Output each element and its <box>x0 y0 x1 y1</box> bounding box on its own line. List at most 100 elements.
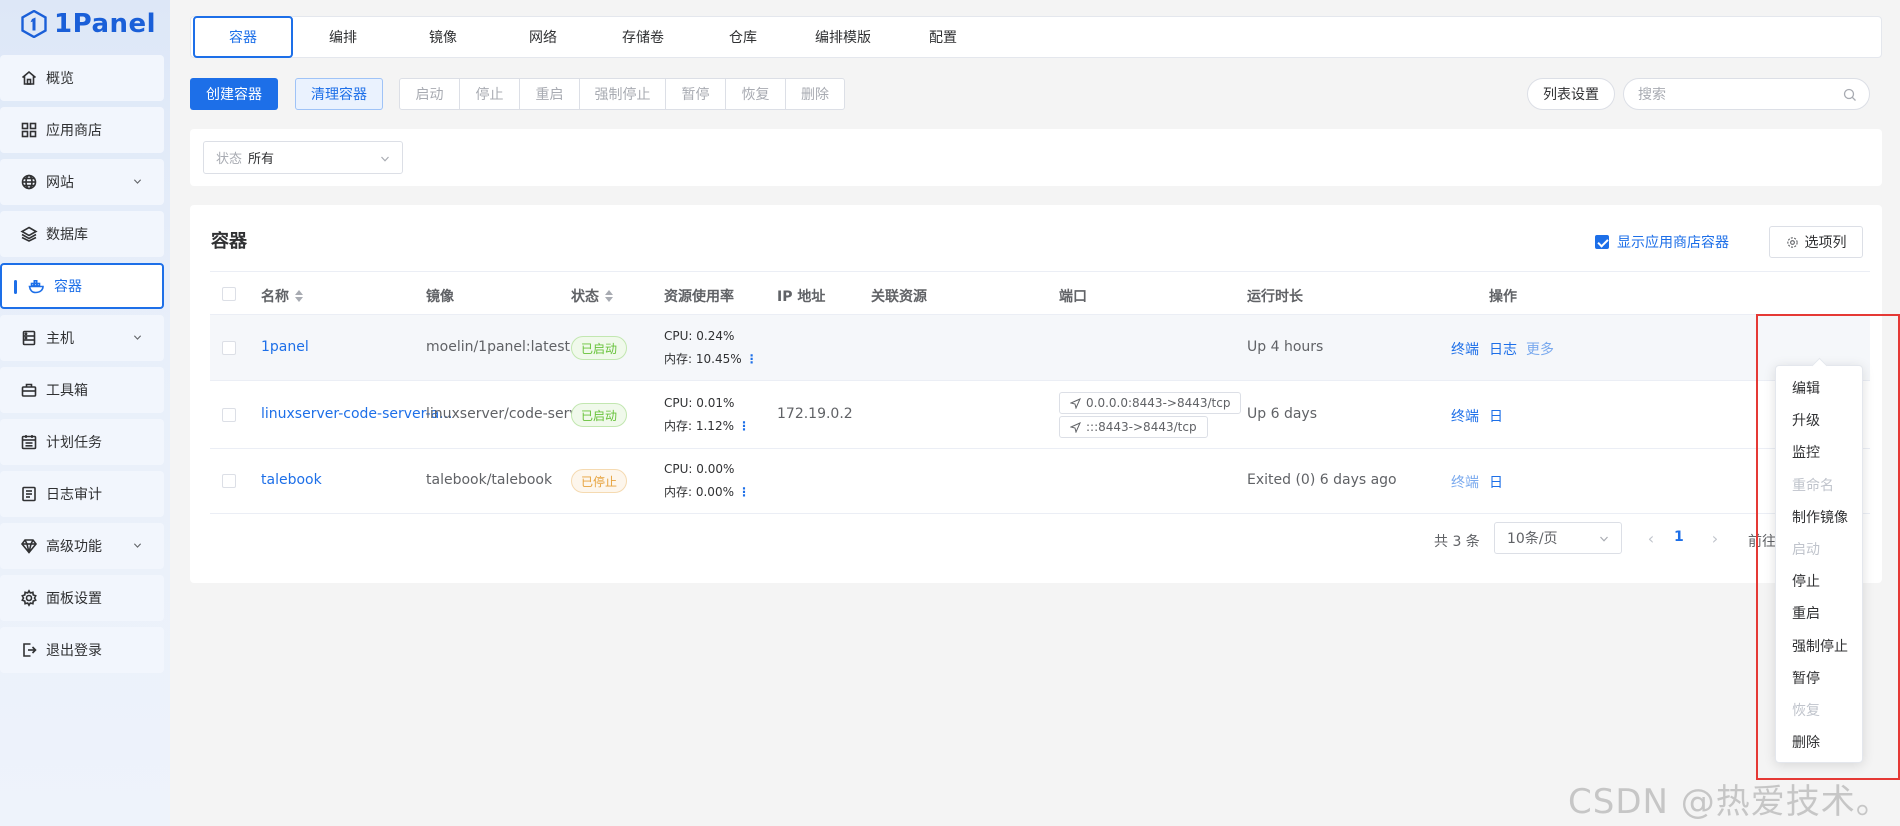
more-vertical-icon[interactable]: ⋮ <box>746 352 758 366</box>
current-page[interactable]: 1 <box>1674 529 1684 545</box>
select-all-checkbox[interactable] <box>222 287 236 301</box>
batch-action-button[interactable]: 恢复 <box>726 79 786 109</box>
header-actions: 操作 <box>1489 289 1517 305</box>
header-ip: IP 地址 <box>777 289 826 305</box>
sidebar-item-9[interactable]: 高级功能 <box>0 523 164 569</box>
header-resource: 资源使用率 <box>664 289 734 305</box>
server-icon <box>20 329 38 347</box>
table-row: 1panel moelin/1panel:latest 已启动 CPU: 0.2… <box>210 315 1870 381</box>
gear-icon <box>20 589 38 607</box>
more-menu-item: 恢复 <box>1792 703 1820 719</box>
prev-page-icon[interactable]: ‹ <box>1644 527 1658 549</box>
header-status-label: 状态 <box>571 289 599 305</box>
sidebar-item-label: 日志审计 <box>46 487 102 503</box>
container-name-link[interactable]: 1panel <box>261 339 309 355</box>
sidebar-item-2[interactable]: 网站 <box>0 159 164 205</box>
more-dropdown-trigger[interactable]: 更多 <box>1526 339 1554 359</box>
tab-0[interactable]: 容器 <box>193 15 293 58</box>
row-checkbox[interactable] <box>222 474 236 488</box>
mem-usage: 内存: 0.00% <box>664 485 734 499</box>
sidebar-item-8[interactable]: 日志审计 <box>0 471 164 517</box>
sidebar-item-5[interactable]: 主机 <box>0 315 164 361</box>
more-menu-item[interactable]: 重启 <box>1792 603 1820 623</box>
header-related: 关联资源 <box>871 289 927 305</box>
terminal-link[interactable]: 终端 <box>1451 339 1479 359</box>
header-status[interactable]: 状态 <box>571 286 613 306</box>
status-badge: 已停止 <box>571 469 628 493</box>
tab-1[interactable]: 编排 <box>293 16 393 58</box>
sidebar-item-7[interactable]: 计划任务 <box>0 419 164 465</box>
port-mapping: :::8443->8443/tcp <box>1086 420 1197 434</box>
sidebar-item-1[interactable]: 应用商店 <box>0 107 164 153</box>
batch-action-button[interactable]: 删除 <box>786 79 844 109</box>
search-input[interactable]: 搜索 <box>1623 78 1870 110</box>
tab-2[interactable]: 镜像 <box>393 16 493 58</box>
port-tag[interactable]: :::8443->8443/tcp <box>1059 416 1208 438</box>
layers-icon <box>20 225 38 243</box>
more-menu-item[interactable]: 停止 <box>1792 571 1820 591</box>
more-menu-item[interactable]: 升级 <box>1792 410 1820 430</box>
log-link[interactable]: 日志 <box>1489 339 1517 359</box>
tab-6[interactable]: 编排模版 <box>793 16 893 58</box>
status-filter-value: 所有 <box>248 152 275 167</box>
status-filter-select[interactable]: 状态 所有 <box>203 141 403 174</box>
more-vertical-icon[interactable]: ⋮ <box>738 485 750 499</box>
resource-usage: CPU: 0.01% 内存: 1.12% ⋮ <box>664 392 750 438</box>
terminal-link[interactable]: 终端 <box>1451 406 1479 426</box>
sidebar-item-3[interactable]: 数据库 <box>0 211 164 257</box>
create-container-button[interactable]: 创建容器 <box>190 78 278 110</box>
batch-action-button[interactable]: 暂停 <box>666 79 726 109</box>
tab-5[interactable]: 仓库 <box>693 16 793 58</box>
tab-4[interactable]: 存储卷 <box>593 16 693 58</box>
next-page-icon[interactable]: › <box>1708 527 1722 549</box>
show-app-containers-checkbox[interactable]: 显示应用商店容器 <box>1595 232 1729 252</box>
mem-usage: 内存: 10.45% <box>664 352 742 366</box>
sidebar-item-11[interactable]: 退出登录 <box>0 627 164 673</box>
more-menu-item[interactable]: 删除 <box>1792 732 1820 752</box>
more-menu-item[interactable]: 编辑 <box>1792 378 1820 398</box>
more-menu-item[interactable]: 制作镜像 <box>1792 507 1848 527</box>
logo-text: 1Panel <box>54 9 157 39</box>
sidebar-item-label: 工具箱 <box>46 383 88 399</box>
gear-icon <box>1786 236 1798 248</box>
batch-action-button[interactable]: 重启 <box>520 79 580 109</box>
more-menu-item[interactable]: 监控 <box>1792 442 1820 462</box>
row-checkbox[interactable] <box>222 408 236 422</box>
sidebar-item-4[interactable]: 容器 <box>0 263 164 309</box>
batch-action-button[interactable]: 启动 <box>400 79 460 109</box>
container-name-link[interactable]: talebook <box>261 472 322 488</box>
header-name[interactable]: 名称 <box>261 286 303 306</box>
sidebar-item-6[interactable]: 工具箱 <box>0 367 164 413</box>
tab-3[interactable]: 网络 <box>493 16 593 58</box>
more-menu-item[interactable]: 暂停 <box>1792 668 1820 688</box>
toolbar: 创建容器 清理容器 启动 停止 重启 强制停止 暂停 恢复 删除 列表设置 搜索 <box>190 78 1882 110</box>
tab-7[interactable]: 配置 <box>893 16 993 58</box>
port-tag[interactable]: 0.0.0.0:8443->8443/tcp <box>1059 392 1242 414</box>
batch-action-button[interactable]: 强制停止 <box>580 79 666 109</box>
column-options-button[interactable]: 选项列 <box>1769 226 1863 258</box>
logo: 1Panel <box>0 0 170 48</box>
status-badge: 已启动 <box>571 403 628 427</box>
batch-action-group: 启动 停止 重启 强制停止 暂停 恢复 删除 <box>399 78 845 110</box>
sidebar-item-0[interactable]: 概览 <box>0 55 164 101</box>
header-uptime: 运行时长 <box>1247 289 1303 305</box>
table-row: talebook talebook/talebook 已停止 CPU: 0.00… <box>210 449 1870 514</box>
batch-action-button[interactable]: 停止 <box>460 79 520 109</box>
list-settings-button[interactable]: 列表设置 <box>1527 78 1615 110</box>
more-menu-item[interactable]: 强制停止 <box>1792 636 1848 656</box>
ip-address: 172.19.0.2 <box>777 406 853 422</box>
watermark: CSDN @热爱技术。 <box>1568 782 1891 822</box>
more-menu-item: 启动 <box>1792 542 1820 558</box>
card-title: 容器 <box>211 231 247 252</box>
container-name-link[interactable]: linuxserver-code-server-a... <box>261 406 453 422</box>
sidebar-item-10[interactable]: 面板设置 <box>0 575 164 621</box>
chevron-down-icon <box>1600 536 1608 542</box>
log-link[interactable]: 日 <box>1489 472 1503 492</box>
more-vertical-icon[interactable]: ⋮ <box>738 419 750 433</box>
page-size-select[interactable]: 10条/页 <box>1494 522 1622 554</box>
more-actions-dropdown: 编辑 升级 监控 重命名 制作镜像 启动 停止 重启 强制停止 暂停 恢复 删除 <box>1775 365 1863 763</box>
terminal-link[interactable]: 终端 <box>1451 472 1479 492</box>
clean-containers-button[interactable]: 清理容器 <box>295 78 383 110</box>
row-checkbox[interactable] <box>222 341 236 355</box>
log-link[interactable]: 日 <box>1489 406 1503 426</box>
